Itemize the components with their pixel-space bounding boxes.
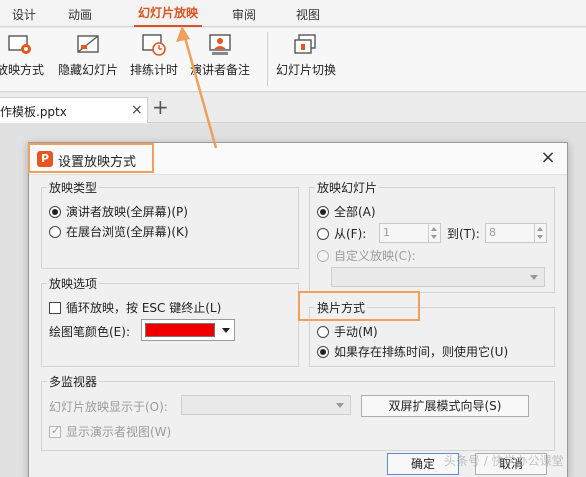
stepper-arrows[interactable] xyxy=(428,224,440,242)
show-type-label: 放映类型 xyxy=(47,179,100,196)
rehearse-timing-button[interactable]: 排练计时 xyxy=(130,30,178,78)
chevron-down-icon xyxy=(530,275,538,280)
show-type-presenter-label: 演讲者放映(全屏幕)(P) xyxy=(66,205,188,219)
from-slide-stepper[interactable]: 1 xyxy=(379,223,441,243)
tab-slideshow[interactable]: 幻灯片放映 xyxy=(134,4,203,27)
advance-timings-label: 如果存在排练时间，则使用它(U) xyxy=(334,345,509,359)
speaker-notes-button[interactable]: 演讲者备注 xyxy=(190,30,250,78)
to-slide-value: 8 xyxy=(489,226,496,239)
dialog-close-icon[interactable]: × xyxy=(537,147,559,169)
advance-timings-option[interactable]: 如果存在排练时间，则使用它(U) xyxy=(317,343,508,360)
show-slides-from-option[interactable]: 从(F): xyxy=(317,225,366,242)
loop-show-label: 循环放映，按 ESC 键终止(L) xyxy=(66,301,222,315)
show-options-label: 放映选项 xyxy=(47,275,100,292)
slideshow-settings-label: 放映方式 xyxy=(0,63,45,77)
add-tab-icon[interactable]: + xyxy=(152,97,169,117)
slide-transition-icon xyxy=(294,34,316,54)
advance-slides-highlight xyxy=(298,291,420,321)
radio-selected-icon[interactable] xyxy=(317,206,329,218)
custom-show-select[interactable] xyxy=(331,267,545,287)
show-slides-all-option[interactable]: 全部(A) xyxy=(317,203,376,220)
ribbon-separator xyxy=(267,32,268,86)
radio-selected-icon[interactable] xyxy=(317,346,329,358)
show-type-kiosk-option[interactable]: 在展台浏览(全屏幕)(K) xyxy=(49,223,189,240)
custom-show-label: 自定义放映(C): xyxy=(334,249,416,263)
dual-screen-wizard-button[interactable]: 双屏扩展模式向导(S) xyxy=(361,395,529,417)
radio-unselected-icon[interactable] xyxy=(49,226,61,238)
stepper-up-icon[interactable] xyxy=(431,227,437,231)
checkbox-checked-icon[interactable] xyxy=(49,424,61,438)
ribbon-toolbar: 放映方式 隐藏幻灯片 排练计时 演讲者备注 幻灯片切换 xyxy=(0,28,586,92)
stepper-up-icon[interactable] xyxy=(537,227,543,231)
tab-design[interactable]: 设计 xyxy=(12,6,36,23)
show-slides-all-label: 全部(A) xyxy=(334,205,376,219)
custom-show-option[interactable]: 自定义放映(C): xyxy=(317,247,416,264)
to-slide-stepper[interactable]: 8 xyxy=(485,223,547,243)
hide-slide-icon xyxy=(77,35,99,53)
radio-unselected-icon[interactable] xyxy=(317,228,329,240)
pen-color-label: 绘图笔颜色(E): xyxy=(49,325,130,339)
checkbox-icon[interactable] xyxy=(49,302,61,314)
slideshow-settings-icon xyxy=(8,35,31,54)
chevron-down-icon xyxy=(222,328,230,333)
stepper-arrows[interactable] xyxy=(534,224,546,242)
stepper-down-icon[interactable] xyxy=(537,235,543,239)
loop-show-option[interactable]: 循环放映，按 ESC 键终止(L) xyxy=(49,299,221,316)
document-tab[interactable]: 作模板.pptx × xyxy=(0,97,148,123)
ribbon-tab-bar: 设计 动画 幻灯片放映 审阅 视图 xyxy=(0,0,586,27)
tab-review[interactable]: 审阅 xyxy=(232,6,256,23)
pen-color-swatch xyxy=(145,323,215,337)
radio-disabled-icon[interactable] xyxy=(317,250,329,262)
close-icon[interactable]: × xyxy=(131,102,143,118)
show-type-presenter-option[interactable]: 演讲者放映(全屏幕)(P) xyxy=(49,203,188,220)
speaker-notes-icon xyxy=(209,34,231,55)
tab-animation[interactable]: 动画 xyxy=(68,6,92,23)
speaker-notes-label: 演讲者备注 xyxy=(190,63,251,77)
slide-transition-label: 幻灯片切换 xyxy=(276,63,337,77)
dialog-title-highlight xyxy=(28,143,154,173)
from-slide-value: 1 xyxy=(383,226,390,239)
to-slide-label: 到(T): xyxy=(447,227,480,241)
slide-transition-button[interactable]: 幻灯片切换 xyxy=(276,30,336,78)
tab-view[interactable]: 视图 xyxy=(296,6,320,23)
display-on-label: 幻灯片放映显示于(O): xyxy=(49,400,168,414)
advance-manual-option[interactable]: 手动(M) xyxy=(317,323,378,340)
document-tab-bar: 作模板.pptx × + xyxy=(0,93,586,123)
rehearse-timing-label: 排练计时 xyxy=(130,63,179,77)
chevron-down-icon xyxy=(336,403,344,408)
presenter-view-label: 显示演示者视图(W) xyxy=(66,425,172,439)
show-slides-label: 放映幻灯片 xyxy=(315,179,380,196)
document-tab-title: 作模板.pptx xyxy=(0,105,67,119)
monitors-label: 多监视器 xyxy=(47,373,100,390)
app-window: 设计 动画 幻灯片放映 审阅 视图 放映方式 隐藏幻灯片 排练计时 演讲者备注 … xyxy=(0,0,586,477)
watermark-text: 头条号 / 快学办公课堂 xyxy=(444,454,564,468)
display-on-select[interactable] xyxy=(181,395,351,415)
rehearse-timing-icon xyxy=(142,34,166,56)
pen-color-picker[interactable] xyxy=(141,319,235,341)
slideshow-settings-button[interactable]: 放映方式 xyxy=(0,30,44,78)
hide-slide-label: 隐藏幻灯片 xyxy=(58,63,119,77)
presenter-view-option[interactable]: 显示演示者视图(W) xyxy=(49,423,171,440)
stepper-down-icon[interactable] xyxy=(431,235,437,239)
hide-slide-button[interactable]: 隐藏幻灯片 xyxy=(58,30,118,78)
radio-selected-icon[interactable] xyxy=(49,206,61,218)
show-slides-from-label: 从(F): xyxy=(334,227,367,241)
advance-manual-label: 手动(M) xyxy=(334,325,378,339)
radio-unselected-icon[interactable] xyxy=(317,326,329,338)
show-type-kiosk-label: 在展台浏览(全屏幕)(K) xyxy=(66,225,189,239)
